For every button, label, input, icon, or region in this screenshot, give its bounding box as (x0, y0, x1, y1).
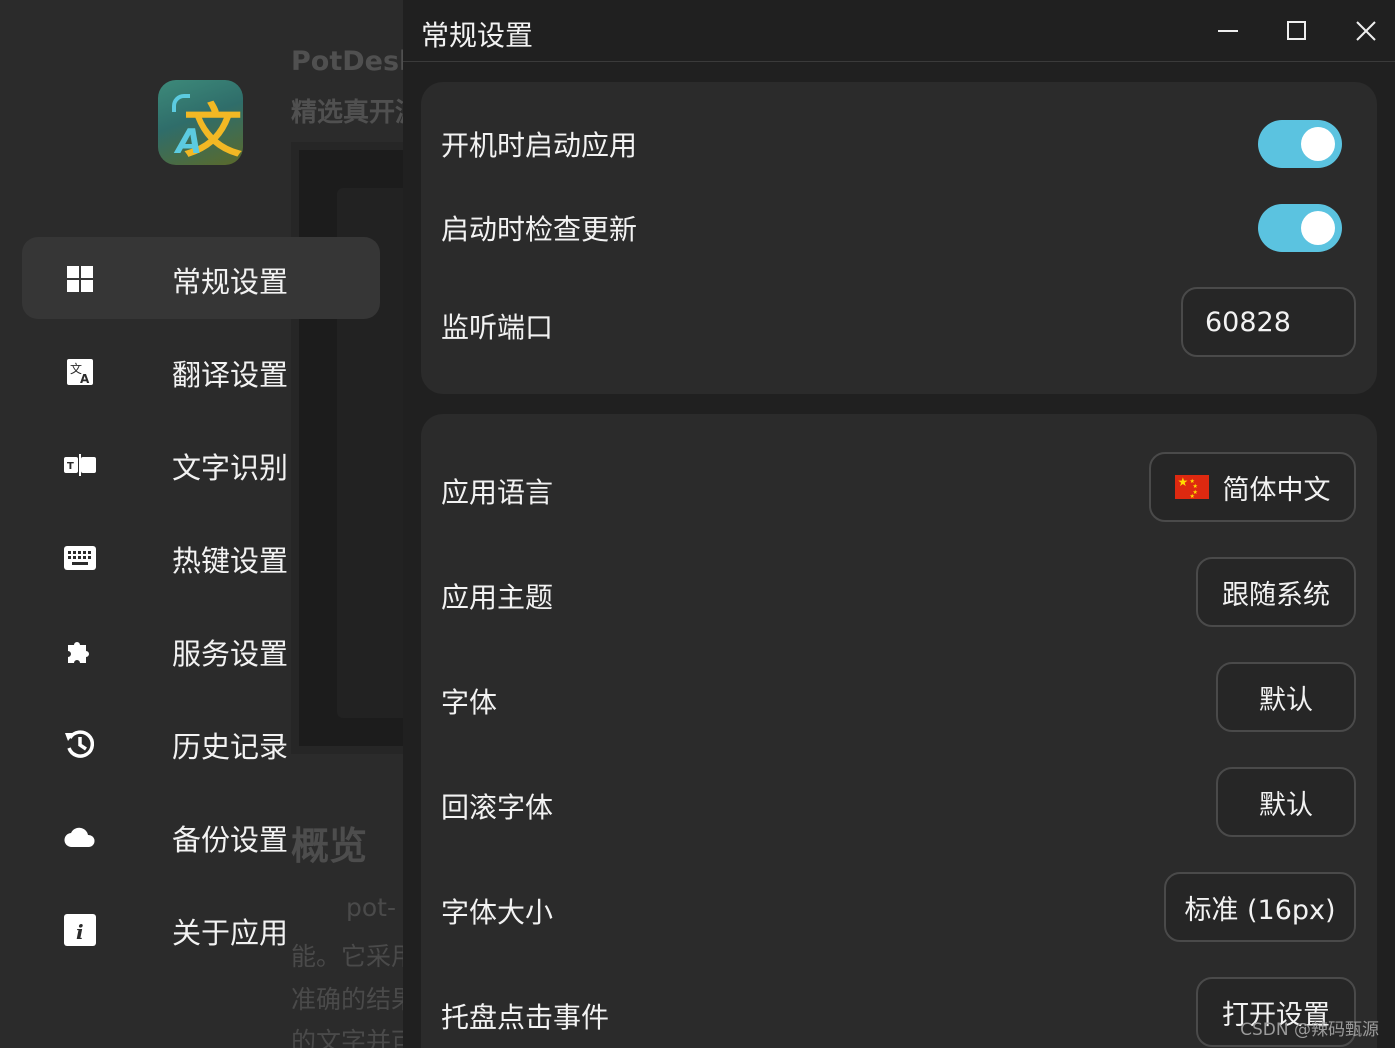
sidebar-item-label: 翻译设置 (172, 358, 289, 392)
sidebar-item-general[interactable]: 常规设置 (22, 237, 380, 319)
svg-text:T: T (67, 461, 74, 472)
settings-panel: 常规设置 开机时启动应用 启动时检查更新 监听端口 60828 应用语言 ★ ★… (403, 0, 1395, 1048)
sidebar-item-translate[interactable]: 文A 翻译设置 (22, 330, 380, 412)
background-title: PotDesk (291, 46, 403, 77)
close-button[interactable] (1346, 12, 1386, 50)
background-line: 准确的结果 (291, 985, 403, 1014)
watermark: CSDN @辣码甄源 (1240, 1020, 1379, 1040)
close-icon (1356, 21, 1376, 41)
page-title: 常规设置 (421, 19, 534, 52)
maximize-icon (1287, 21, 1306, 40)
title-bar: 常规设置 (403, 0, 1395, 62)
sidebar-item-label: 服务设置 (172, 637, 289, 671)
language-value: 简体中文 (1222, 474, 1331, 506)
ocr-icon: T (62, 447, 98, 483)
keyboard-icon (62, 540, 98, 576)
sidebar-item-label: 关于应用 (172, 916, 289, 950)
font-label: 字体 (441, 686, 498, 719)
svg-text:A: A (80, 372, 90, 386)
theme-select[interactable]: 跟随系统 (1196, 557, 1356, 627)
sidebar-item-service[interactable]: 服务设置 (22, 609, 380, 691)
check-update-label: 启动时检查更新 (441, 213, 638, 246)
sidebar-item-label: 热键设置 (172, 544, 289, 578)
font-size-label: 字体大小 (441, 896, 554, 929)
sidebar-item-about[interactable]: i 关于应用 (22, 888, 380, 970)
background-subtitle: 精选真开源 (291, 98, 403, 128)
info-icon: i (62, 912, 98, 948)
cn-flag-icon: ★ ★ ★ ★ ★ (1174, 475, 1209, 500)
svg-text:i: i (76, 920, 84, 944)
sidebar-item-backup[interactable]: 备份设置 (22, 795, 380, 877)
background-line: 的文字并可 (291, 1027, 403, 1048)
startup-label: 开机时启动应用 (441, 129, 638, 162)
sidebar-item-label: 文字识别 (172, 451, 289, 485)
check-update-toggle[interactable] (1258, 204, 1342, 252)
startup-settings-card: 开机时启动应用 启动时检查更新 监听端口 60828 (421, 82, 1377, 394)
tray-click-label: 托盘点击事件 (441, 1001, 610, 1034)
theme-label: 应用主题 (441, 581, 554, 614)
sidebar-item-history[interactable]: 历史记录 (22, 702, 380, 784)
grid-icon (62, 261, 98, 297)
cloud-icon (62, 819, 98, 855)
app-logo: 文 A (158, 80, 243, 165)
sidebar-item-label: 历史记录 (172, 730, 289, 764)
language-select[interactable]: ★ ★ ★ ★ ★ 简体中文 (1149, 452, 1356, 522)
appearance-settings-card: 应用语言 ★ ★ ★ ★ ★ 简体中文 应用主题 跟随系统 字体 默认 回滚字体… (421, 414, 1377, 1048)
maximize-button[interactable] (1277, 12, 1317, 50)
fallback-font-label: 回滚字体 (441, 791, 554, 824)
sidebar-item-ocr[interactable]: T 文字识别 (22, 423, 380, 505)
fallback-font-select[interactable]: 默认 (1216, 767, 1356, 837)
port-input[interactable]: 60828 (1181, 287, 1356, 357)
sidebar: PotDesk 精选真开源 概览 pot- 能。它采用 准确的结果 的文字并可 … (0, 0, 403, 1048)
sidebar-item-label: 备份设置 (172, 823, 289, 857)
startup-toggle[interactable] (1258, 120, 1342, 168)
font-select[interactable]: 默认 (1216, 662, 1356, 732)
translate-icon: 文A (62, 354, 98, 390)
sidebar-item-label: 常规设置 (172, 265, 289, 299)
sidebar-item-hotkey[interactable]: 热键设置 (22, 516, 380, 598)
minimize-button[interactable] (1208, 12, 1248, 50)
minimize-icon (1218, 30, 1238, 32)
language-label: 应用语言 (441, 476, 554, 509)
history-icon (62, 726, 98, 762)
puzzle-icon (62, 633, 98, 669)
port-label: 监听端口 (441, 311, 554, 344)
font-size-select[interactable]: 标准 (16px) (1164, 872, 1356, 942)
